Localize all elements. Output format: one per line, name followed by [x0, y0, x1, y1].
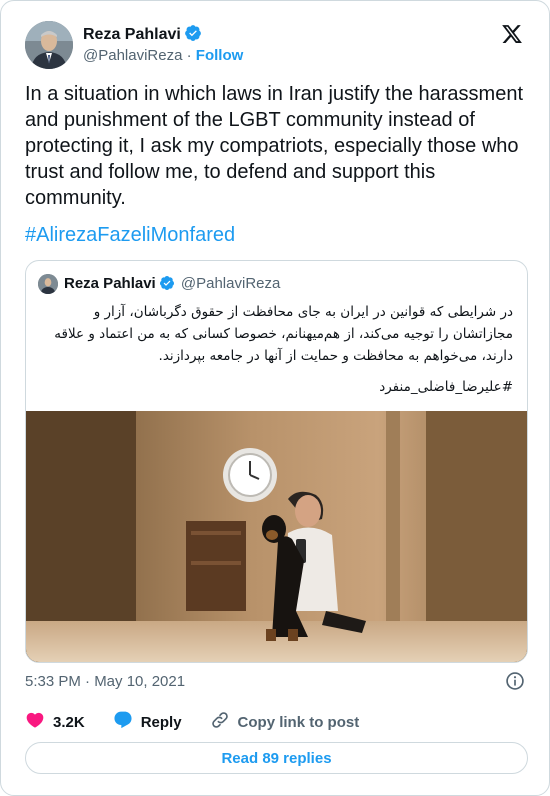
- quoted-tweet-text: در شرایطی که قوانین در ایران به جای محاف…: [54, 304, 513, 364]
- follow-button[interactable]: Follow: [196, 47, 244, 64]
- read-replies-button[interactable]: Read 89 replies: [25, 742, 528, 774]
- author-name[interactable]: Reza Pahlavi: [83, 24, 202, 47]
- link-icon: [210, 710, 238, 734]
- tweet-timestamp[interactable]: 5:33 PM · May 10, 2021: [25, 673, 185, 690]
- heart-icon: [25, 710, 53, 734]
- author-avatar[interactable]: [25, 21, 73, 69]
- info-icon[interactable]: [505, 671, 525, 691]
- author-name-text: Reza Pahlavi: [83, 26, 181, 43]
- quoted-tweet-hashtag[interactable]: #علیرضا_فاضلی_منفرد: [379, 379, 513, 395]
- tweet-card: Reza Pahlavi @PahlaviReza · Follow In a …: [0, 0, 550, 796]
- action-bar: 3.2K Reply Copy link to post: [25, 711, 387, 733]
- like-count: 3.2K: [53, 713, 85, 731]
- quoted-author-handle: @PahlaviReza: [180, 275, 281, 292]
- copy-link-label: Copy link to post: [237, 713, 360, 731]
- tweet-text: In a situation in which laws in Iran jus…: [25, 83, 524, 209]
- tweet-hashtag[interactable]: #AlirezaFazeliMonfared: [25, 224, 235, 247]
- quoted-author-avatar: [38, 274, 58, 294]
- x-logo-icon[interactable]: [501, 23, 523, 45]
- quoted-verified-badge-icon: [159, 275, 175, 295]
- verified-badge-icon: [184, 24, 202, 47]
- quoted-tweet-photo[interactable]: [26, 411, 527, 662]
- author-handle[interactable]: @PahlaviReza: [83, 47, 182, 64]
- reply-button[interactable]: Reply: [113, 710, 182, 734]
- quoted-author-name: Reza Pahlavi @PahlaviReza: [64, 275, 280, 295]
- quoted-author-name-text: Reza Pahlavi: [64, 275, 156, 292]
- quoted-tweet[interactable]: Reza Pahlavi @PahlaviReza در شرایطی که ق…: [25, 260, 528, 663]
- author-handle-row: @PahlaviReza · Follow: [83, 47, 243, 64]
- like-button[interactable]: 3.2K: [25, 710, 85, 734]
- copy-link-button[interactable]: Copy link to post: [210, 710, 360, 734]
- reply-bubble-icon: [113, 710, 141, 734]
- reply-label: Reply: [140, 713, 182, 731]
- separator-dot: ·: [186, 47, 192, 64]
